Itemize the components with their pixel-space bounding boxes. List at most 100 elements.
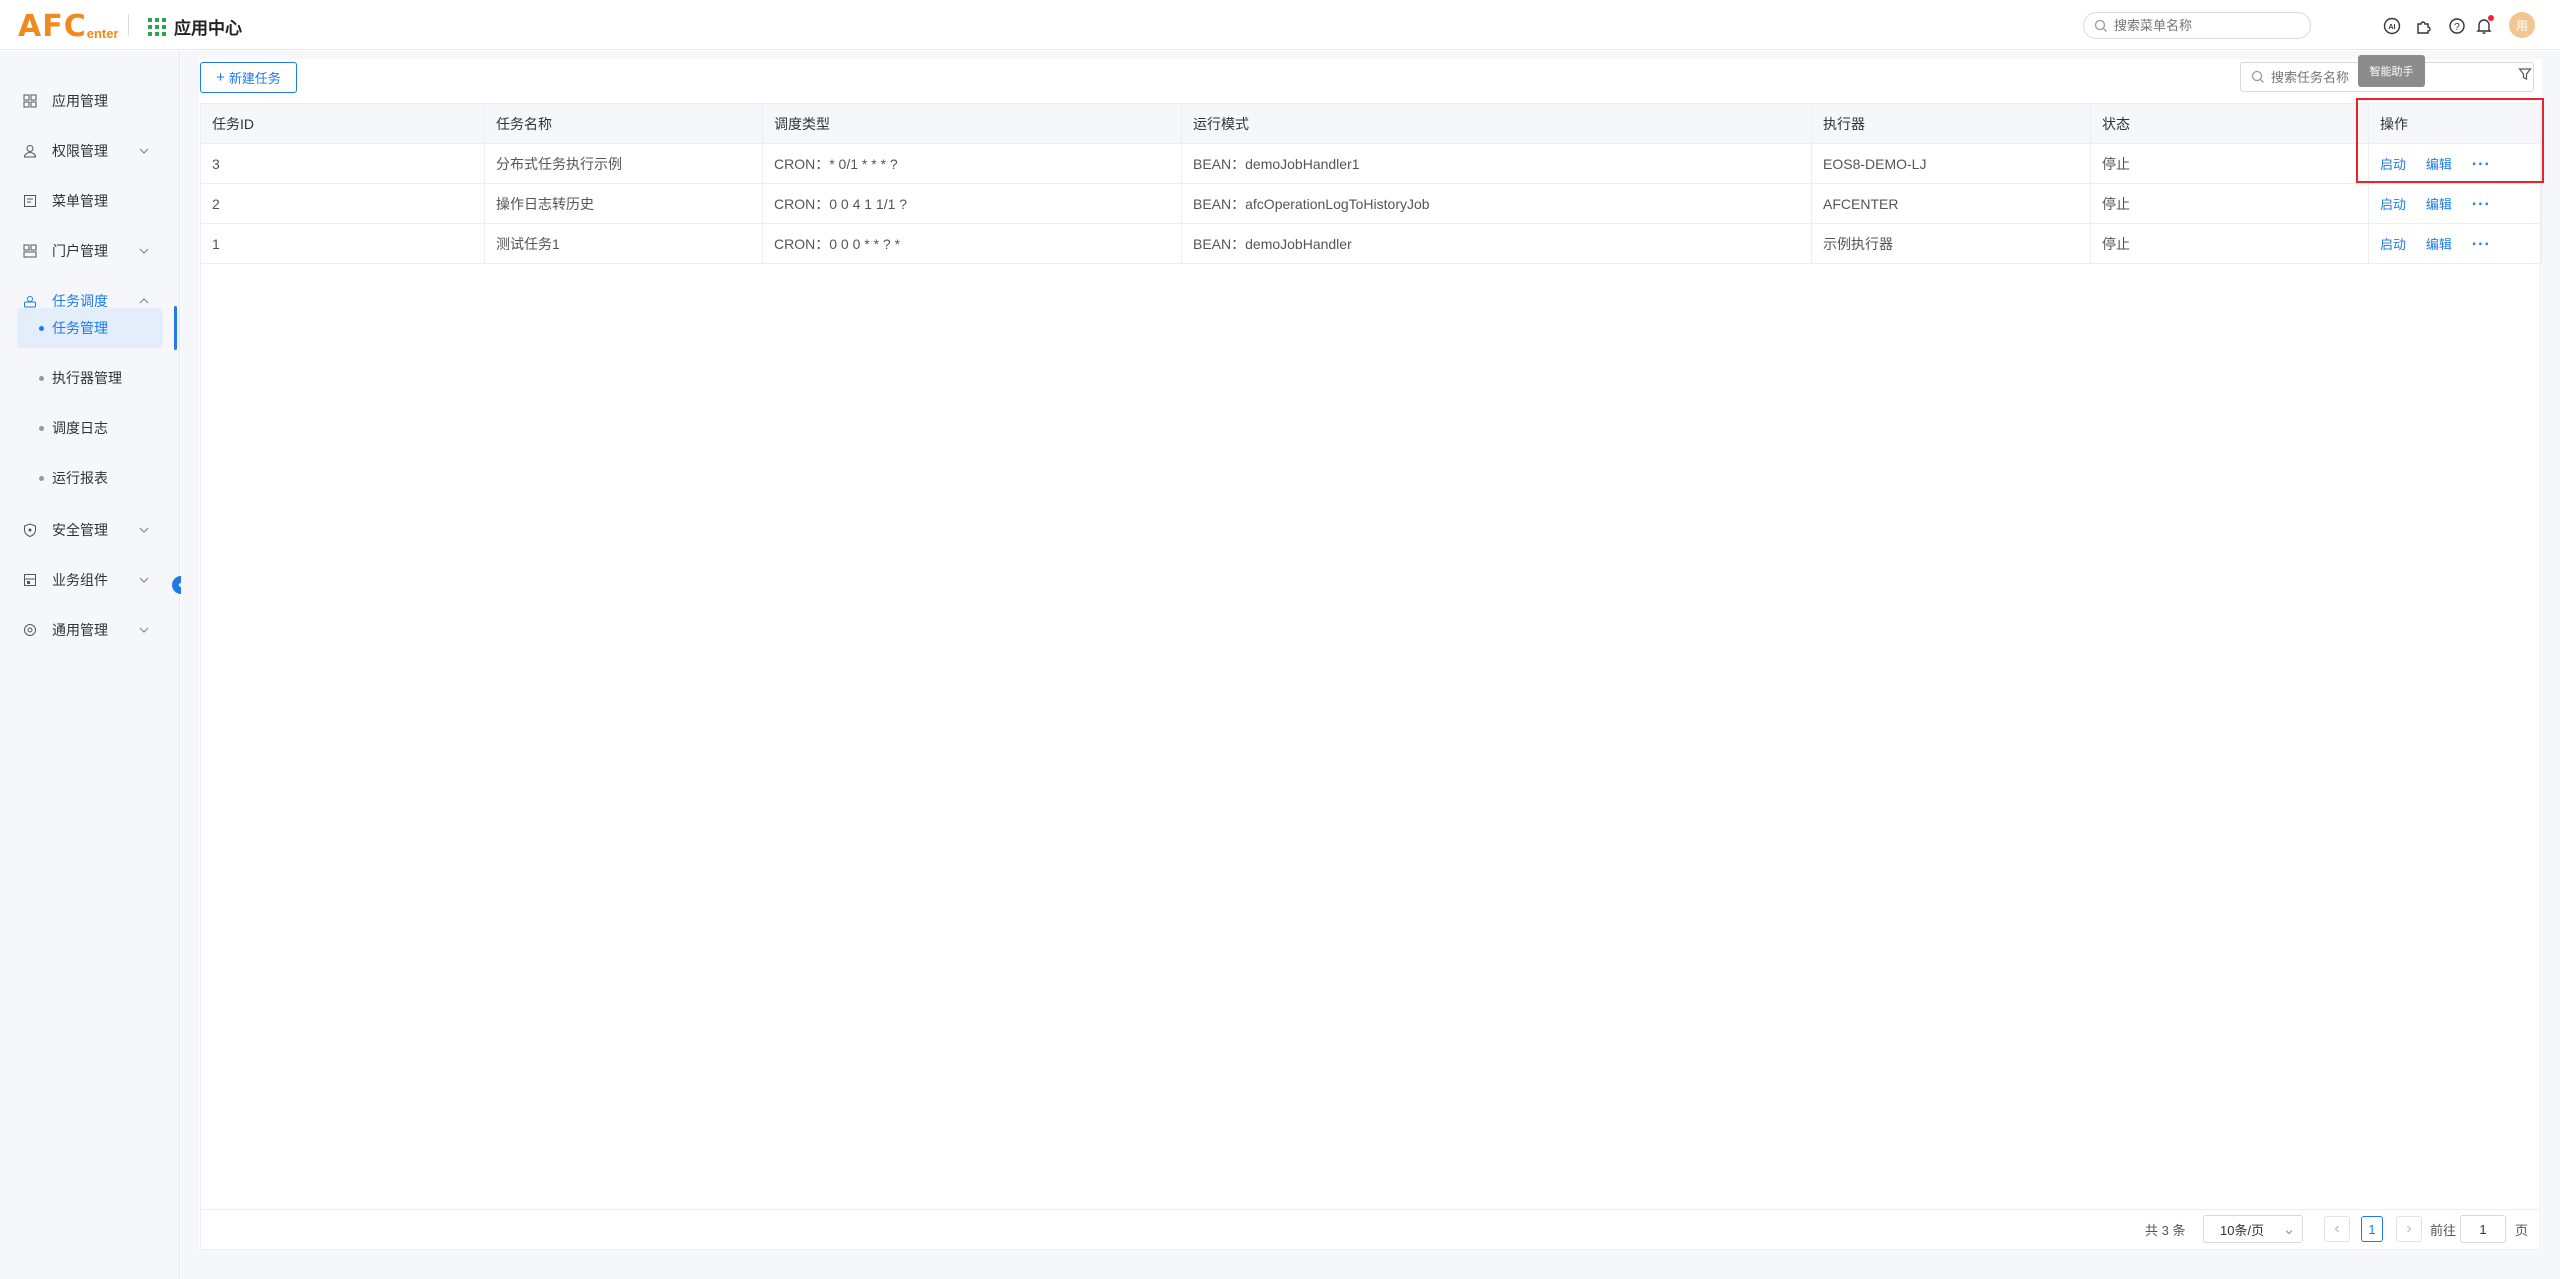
column-header-schedule-type: 调度类型 bbox=[762, 103, 1182, 144]
plugin-icon[interactable] bbox=[2414, 16, 2434, 36]
page-number-button[interactable]: 1 bbox=[2361, 1216, 2383, 1242]
sidebar-item-apps[interactable]: 应用管理 bbox=[0, 81, 180, 121]
sidebar-item-general[interactable]: 通用管理 bbox=[0, 610, 180, 650]
column-header-task-name: 任务名称 bbox=[484, 103, 763, 144]
sidebar-item-label: 权限管理 bbox=[52, 143, 108, 159]
cell-task-name: 分布式任务执行示例 bbox=[484, 143, 763, 184]
cell-schedule-type: CRON：0 0 0 * * ? * bbox=[762, 223, 1182, 264]
chevron-down-icon bbox=[138, 623, 150, 639]
cell-task-id: 2 bbox=[200, 183, 485, 224]
cell-task-id: 3 bbox=[200, 143, 485, 184]
chevron-down-icon bbox=[138, 523, 150, 539]
ai-assistant-tooltip: 智能助手 bbox=[2358, 55, 2425, 87]
sidebar-item-label: 菜单管理 bbox=[52, 193, 108, 209]
sidebar-item-menus[interactable]: 菜单管理 bbox=[0, 181, 180, 221]
settings-circle-icon bbox=[22, 622, 38, 638]
ai-assistant-icon[interactable]: AI bbox=[2382, 16, 2402, 36]
cell-task-name: 操作日志转历史 bbox=[484, 183, 763, 224]
menu-search[interactable] bbox=[2083, 12, 2311, 39]
column-header-task-id: 任务ID bbox=[200, 103, 485, 144]
cell-executor: AFCENTER bbox=[1811, 183, 2091, 224]
menu-doc-icon bbox=[22, 193, 38, 209]
edit-link[interactable]: 编辑 bbox=[2426, 197, 2452, 212]
svg-text:AI: AI bbox=[2389, 24, 2396, 31]
edit-link[interactable]: 编辑 bbox=[2426, 237, 2452, 252]
sidebar: 应用管理 权限管理 菜单管理 门户管理 任务调度 任务管理 执行器管理 调度日志… bbox=[0, 51, 180, 1279]
cell-schedule-type: CRON：0 0 4 1 1/1 ? bbox=[762, 183, 1182, 224]
sidebar-item-label: 通用管理 bbox=[52, 622, 108, 638]
avatar[interactable]: 用 bbox=[2509, 12, 2535, 38]
bullet-dot bbox=[39, 325, 44, 331]
panel-bottom-border bbox=[200, 1249, 2541, 1250]
page-size-select[interactable]: 10条/页 bbox=[2203, 1215, 2303, 1243]
sidebar-item-label: 门户管理 bbox=[52, 243, 108, 259]
app-title: 应用中心 bbox=[174, 19, 242, 38]
menu-search-input[interactable] bbox=[2114, 18, 2294, 33]
sidebar-subitem-executor-management[interactable]: 执行器管理 bbox=[17, 358, 163, 398]
active-indicator bbox=[174, 306, 177, 350]
start-link[interactable]: 启动 bbox=[2380, 237, 2406, 252]
chevron-right-icon bbox=[2407, 1225, 2412, 1233]
sidebar-item-label: 应用管理 bbox=[52, 93, 108, 109]
next-page-button[interactable] bbox=[2396, 1216, 2422, 1242]
sidebar-item-portal[interactable]: 门户管理 bbox=[0, 231, 180, 271]
column-header-status: 状态 bbox=[2090, 103, 2369, 144]
cell-status: 停止 bbox=[2090, 143, 2369, 184]
new-task-button[interactable]: + 新建任务 bbox=[200, 62, 297, 93]
highlight-annotation-box bbox=[2356, 98, 2544, 183]
column-header-run-mode: 运行模式 bbox=[1181, 103, 1812, 144]
start-link[interactable]: 启动 bbox=[2380, 197, 2406, 212]
top-header: AFC enter 应用中心 AI ? 用 bbox=[0, 0, 2560, 50]
pagination-total: 共 3 条 bbox=[2145, 1222, 2186, 1238]
cell-actions: 启动 编辑 ··· bbox=[2368, 223, 2542, 264]
goto-page-input[interactable] bbox=[2460, 1215, 2506, 1243]
table-row: 1 测试任务1 CRON：0 0 0 * * ? * BEAN：demoJobH… bbox=[200, 223, 2542, 264]
component-icon bbox=[22, 572, 38, 588]
chevron-down-icon bbox=[2284, 1225, 2294, 1240]
cell-schedule-type: CRON：* 0/1 * * * ? bbox=[762, 143, 1182, 184]
filter-icon[interactable] bbox=[2518, 67, 2532, 84]
sidebar-subitem-run-report[interactable]: 运行报表 bbox=[17, 458, 163, 498]
more-actions-icon[interactable]: ··· bbox=[2472, 196, 2491, 213]
app-grid-icon[interactable] bbox=[148, 18, 166, 36]
table-border bbox=[2540, 103, 2541, 1249]
sidebar-subitem-schedule-log[interactable]: 调度日志 bbox=[17, 408, 163, 448]
chevron-left-icon bbox=[2334, 1225, 2339, 1233]
header-divider bbox=[128, 14, 129, 36]
task-table: 任务ID 任务名称 调度类型 运行模式 执行器 状态 操作 3 分布式任务执行示… bbox=[200, 103, 2542, 264]
goto-suffix: 页 bbox=[2515, 1222, 2529, 1238]
cell-actions: 启动 编辑 ··· bbox=[2368, 183, 2542, 224]
cell-run-mode: BEAN：demoJobHandler1 bbox=[1181, 143, 1812, 184]
svg-text:?: ? bbox=[2454, 22, 2460, 33]
sidebar-subitem-label: 调度日志 bbox=[52, 420, 108, 436]
apps-icon bbox=[22, 93, 38, 109]
help-icon[interactable]: ? bbox=[2447, 16, 2467, 36]
more-actions-icon[interactable]: ··· bbox=[2472, 236, 2491, 253]
afc-logo[interactable]: AFC enter bbox=[18, 8, 119, 42]
column-header-executor: 执行器 bbox=[1811, 103, 2091, 144]
chevron-down-icon bbox=[138, 144, 150, 160]
scheduler-icon bbox=[22, 293, 38, 309]
search-icon bbox=[2251, 70, 2265, 87]
new-task-label: 新建任务 bbox=[228, 71, 281, 86]
notification-dot bbox=[2488, 15, 2494, 21]
sidebar-item-business-components[interactable]: 业务组件 bbox=[0, 560, 180, 600]
person-icon bbox=[22, 143, 38, 159]
table-footer-divider bbox=[200, 1209, 2541, 1210]
sidebar-item-label: 业务组件 bbox=[52, 572, 108, 588]
sidebar-subitem-label: 任务管理 bbox=[52, 320, 108, 336]
prev-page-button[interactable] bbox=[2324, 1216, 2350, 1242]
sidebar-subitem-task-management[interactable]: 任务管理 bbox=[17, 308, 163, 348]
search-icon bbox=[2094, 19, 2108, 36]
sidebar-item-permissions[interactable]: 权限管理 bbox=[0, 131, 180, 171]
goto-prefix: 前往 bbox=[2430, 1222, 2457, 1238]
sidebar-subitem-label: 运行报表 bbox=[52, 470, 108, 486]
sidebar-item-security[interactable]: 安全管理 bbox=[0, 510, 180, 550]
shield-icon bbox=[22, 522, 38, 538]
plus-icon: + bbox=[216, 69, 225, 86]
chevron-down-icon bbox=[138, 244, 150, 260]
sidebar-subitem-label: 执行器管理 bbox=[52, 370, 122, 386]
page-size-value: 10条/页 bbox=[2220, 1222, 2265, 1238]
bullet-dot bbox=[39, 475, 44, 481]
table-row: 3 分布式任务执行示例 CRON：* 0/1 * * * ? BEAN：demo… bbox=[200, 143, 2542, 184]
